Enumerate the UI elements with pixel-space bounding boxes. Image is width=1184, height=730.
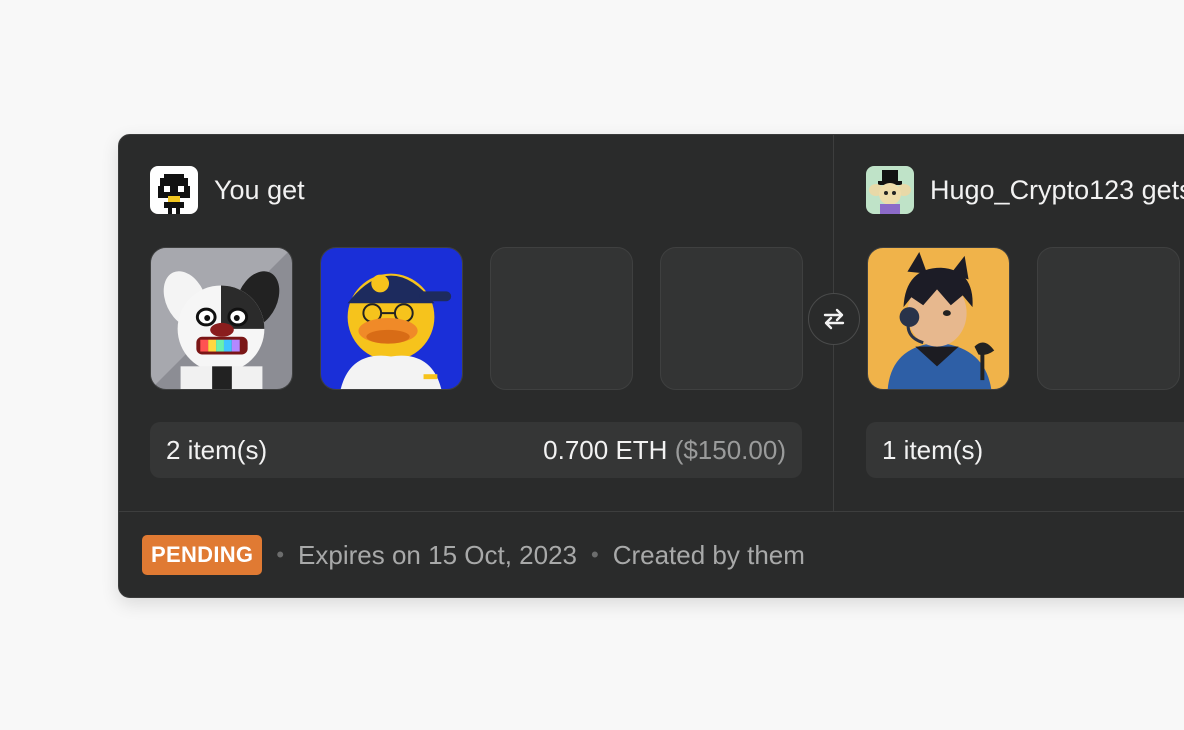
empty-item-slot[interactable] bbox=[490, 247, 633, 390]
status-badge: PENDING bbox=[142, 535, 263, 575]
item-count: 2 item(s) bbox=[166, 434, 268, 465]
they-get-summary: 1 item(s) bbox=[866, 422, 1184, 478]
trade-offer-card[interactable]: You get 2 item(s) 0.700 ETH ($150.00) Hu… bbox=[118, 134, 1184, 598]
price: 0.700 ETH ($150.00) bbox=[543, 435, 786, 466]
you-get-summary: 2 item(s) 0.700 ETH ($150.00) bbox=[150, 422, 802, 478]
expiry-text: Expires on 15 Oct, 2023 bbox=[298, 539, 577, 570]
created-by-text: Created by them bbox=[612, 539, 805, 570]
nft-slot-duck-cap[interactable] bbox=[320, 247, 463, 390]
separator-dot: • bbox=[591, 542, 599, 567]
panda-dog-nft-image bbox=[151, 248, 292, 389]
you-get-title: You get bbox=[214, 174, 305, 205]
duck-cap-nft-image bbox=[321, 248, 462, 389]
footer-divider bbox=[119, 511, 1184, 512]
pixel-penguin-avatar-icon bbox=[150, 166, 198, 214]
price-eth: 0.700 ETH bbox=[543, 434, 668, 465]
they-get-panel: Hugo_Crypto123 gets 1 item(s) bbox=[834, 135, 1184, 511]
they-get-items bbox=[867, 247, 1180, 390]
you-get-items bbox=[150, 247, 803, 390]
swap-arrows-icon[interactable] bbox=[808, 293, 860, 345]
they-get-header: Hugo_Crypto123 gets bbox=[866, 166, 1184, 214]
nft-slot-anime-boy[interactable] bbox=[867, 247, 1010, 390]
anime-boy-nft-image bbox=[868, 248, 1009, 389]
item-count: 1 item(s) bbox=[882, 434, 984, 465]
empty-item-slot[interactable] bbox=[1037, 247, 1180, 390]
price-usd: ($150.00) bbox=[674, 434, 786, 465]
you-get-header: You get bbox=[150, 166, 305, 214]
they-get-title: Hugo_Crypto123 gets bbox=[930, 174, 1184, 205]
nft-slot-panda-dog[interactable] bbox=[150, 247, 293, 390]
you-get-panel: You get 2 item(s) 0.700 ETH ($150.00) bbox=[119, 135, 833, 511]
empty-item-slot[interactable] bbox=[660, 247, 803, 390]
top-hat-cat-avatar-icon bbox=[866, 166, 914, 214]
trade-footer: PENDING • Expires on 15 Oct, 2023 • Crea… bbox=[142, 535, 805, 575]
separator-dot: • bbox=[276, 542, 285, 567]
